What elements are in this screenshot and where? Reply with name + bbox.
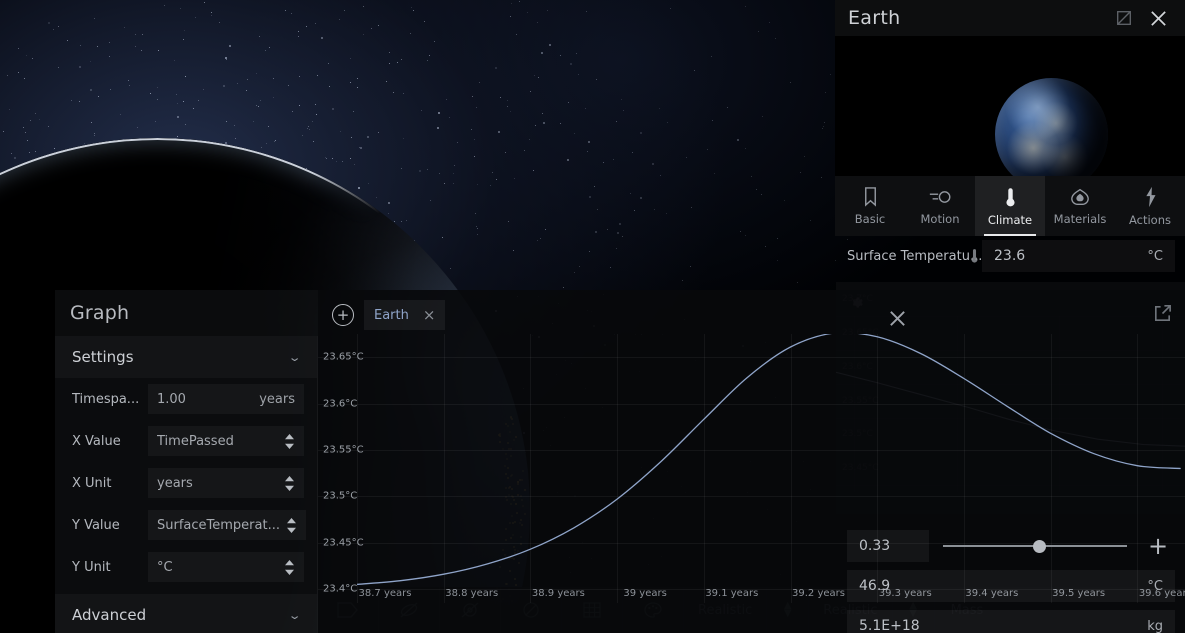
graph-field-timespan-unit: years bbox=[259, 391, 295, 407]
legend-item-earth[interactable]: Earth × bbox=[364, 300, 446, 330]
tab-actions-label: Actions bbox=[1128, 212, 1171, 227]
thermometer-icon bbox=[1004, 186, 1017, 208]
graph-field-y-value[interactable]: Y Value SurfaceTemperat... bbox=[55, 504, 317, 546]
object-property-list: Surface Temperatu... 23.6 °C 0.33 + 46.9… bbox=[835, 236, 1185, 633]
lightning-icon bbox=[1141, 186, 1159, 208]
property-greenhouse-effect: 46.9 °C bbox=[835, 566, 1185, 606]
graph-field-y-value-label: Y Value bbox=[72, 517, 120, 533]
stepper-updown-icon[interactable] bbox=[284, 559, 295, 575]
add-series-button[interactable]: + bbox=[332, 304, 354, 326]
droplet-icon bbox=[1069, 187, 1091, 207]
graph-field-y-unit[interactable]: Y Unit °C bbox=[55, 546, 317, 588]
graph-advanced-section-header[interactable]: Advanced ⌄ bbox=[55, 594, 317, 633]
earth-preview-globe bbox=[995, 78, 1108, 176]
legend-item-label: Earth bbox=[374, 307, 409, 323]
object-tabs: Basic Motion Climate Materials Actions bbox=[835, 176, 1185, 236]
graph-field-y-unit-input[interactable]: °C bbox=[148, 552, 304, 582]
app-root: Realistic ▲▼ Realistic ▲▼ Mass 23.7°C23.… bbox=[0, 0, 1185, 633]
property-mass-unit: kg bbox=[1147, 618, 1163, 633]
tab-basic[interactable]: Basic bbox=[835, 176, 905, 236]
property-albedo-value[interactable]: 0.33 bbox=[847, 530, 929, 562]
graph-field-y-unit-value: °C bbox=[157, 559, 173, 575]
graph-settings-sidebar: Settings ⌄ Timespa... 1.00 years X Value… bbox=[55, 336, 318, 633]
property-mass: 5.1E+18 kg bbox=[835, 606, 1185, 633]
graph-field-x-unit-label: X Unit bbox=[72, 475, 112, 491]
object-properties-panel: Earth Basic Motion Climate Materials Act… bbox=[835, 0, 1185, 633]
graph-settings-section-header[interactable]: Settings ⌄ bbox=[55, 336, 317, 378]
property-greenhouse-effect-value: 46.9 bbox=[859, 578, 891, 594]
graph-panel-header: Graph bbox=[55, 290, 320, 336]
tab-motion[interactable]: Motion bbox=[905, 176, 975, 236]
tab-actions[interactable]: Actions bbox=[1115, 176, 1185, 236]
object-panel-header: Earth bbox=[835, 0, 1185, 36]
close-icon[interactable] bbox=[1141, 3, 1175, 33]
stepper-updown-icon[interactable] bbox=[284, 475, 295, 491]
property-surface-temperature-field[interactable]: 23.6 °C bbox=[982, 240, 1175, 272]
graph-field-y-value-input[interactable]: SurfaceTemperat... bbox=[148, 510, 306, 540]
graph-field-x-unit[interactable]: X Unit years bbox=[55, 462, 317, 504]
stepper-updown-icon[interactable] bbox=[286, 517, 297, 533]
property-spacer bbox=[835, 276, 1185, 526]
graph-settings-label: Settings bbox=[72, 348, 134, 366]
legend-remove-icon[interactable]: × bbox=[423, 306, 436, 324]
graph-field-timespan-value: 1.00 bbox=[157, 391, 186, 407]
tab-basic-label: Basic bbox=[854, 212, 886, 226]
graph-field-x-unit-input[interactable]: years bbox=[148, 468, 304, 498]
slider-handle[interactable] bbox=[1033, 539, 1047, 553]
stepper-updown-icon[interactable] bbox=[284, 433, 295, 449]
graph-legend: + Earth × bbox=[332, 300, 446, 330]
graph-field-timespan-input[interactable]: 1.00 years bbox=[148, 384, 304, 414]
graph-field-timespan-label: Timespa... bbox=[72, 391, 140, 407]
albedo-increase-button[interactable]: + bbox=[1141, 534, 1175, 558]
property-albedo: 0.33 + bbox=[835, 526, 1185, 566]
property-mass-field[interactable]: 5.1E+18 kg bbox=[847, 610, 1175, 633]
property-mass-value: 5.1E+18 bbox=[859, 618, 920, 633]
tab-materials-label: Materials bbox=[1053, 211, 1107, 226]
object-preview[interactable] bbox=[835, 36, 1185, 176]
property-greenhouse-effect-field[interactable]: 46.9 °C bbox=[847, 570, 1175, 602]
graph-field-timespan[interactable]: Timespa... 1.00 years bbox=[55, 378, 317, 420]
chevron-down-icon[interactable]: ⌄ bbox=[287, 609, 301, 622]
graph-field-x-value-value: TimePassed bbox=[157, 433, 234, 449]
property-greenhouse-effect-unit: °C bbox=[1147, 578, 1163, 594]
tab-climate[interactable]: Climate bbox=[975, 176, 1045, 236]
hide-object-icon[interactable] bbox=[1107, 3, 1141, 33]
graph-advanced-label: Advanced bbox=[72, 606, 147, 624]
graph-field-x-unit-value: years bbox=[157, 475, 193, 491]
tab-climate-label: Climate bbox=[987, 212, 1033, 227]
tab-materials[interactable]: Materials bbox=[1045, 176, 1115, 236]
graph-field-x-value-input[interactable]: TimePassed bbox=[148, 426, 304, 456]
graph-field-y-unit-label: Y Unit bbox=[72, 559, 111, 575]
property-surface-temperature-value: 23.6 bbox=[994, 248, 1026, 264]
property-albedo-slider[interactable] bbox=[929, 530, 1141, 562]
graph-field-x-value-label: X Value bbox=[72, 433, 121, 449]
graph-field-y-value-value: SurfaceTemperat... bbox=[157, 517, 280, 533]
property-surface-temperature-label: Surface Temperatu... bbox=[847, 248, 982, 264]
motion-icon bbox=[928, 187, 952, 207]
graph-panel-title: Graph bbox=[70, 302, 130, 324]
graph-field-x-value[interactable]: X Value TimePassed bbox=[55, 420, 317, 462]
tab-motion-label: Motion bbox=[920, 211, 960, 226]
chevron-down-icon[interactable]: ⌄ bbox=[287, 351, 301, 364]
property-surface-temperature: Surface Temperatu... 23.6 °C bbox=[835, 236, 1185, 276]
property-surface-temperature-unit: °C bbox=[1147, 248, 1163, 264]
object-title: Earth bbox=[848, 7, 901, 29]
bookmark-icon bbox=[861, 186, 880, 207]
thermometer-icon bbox=[970, 249, 979, 264]
